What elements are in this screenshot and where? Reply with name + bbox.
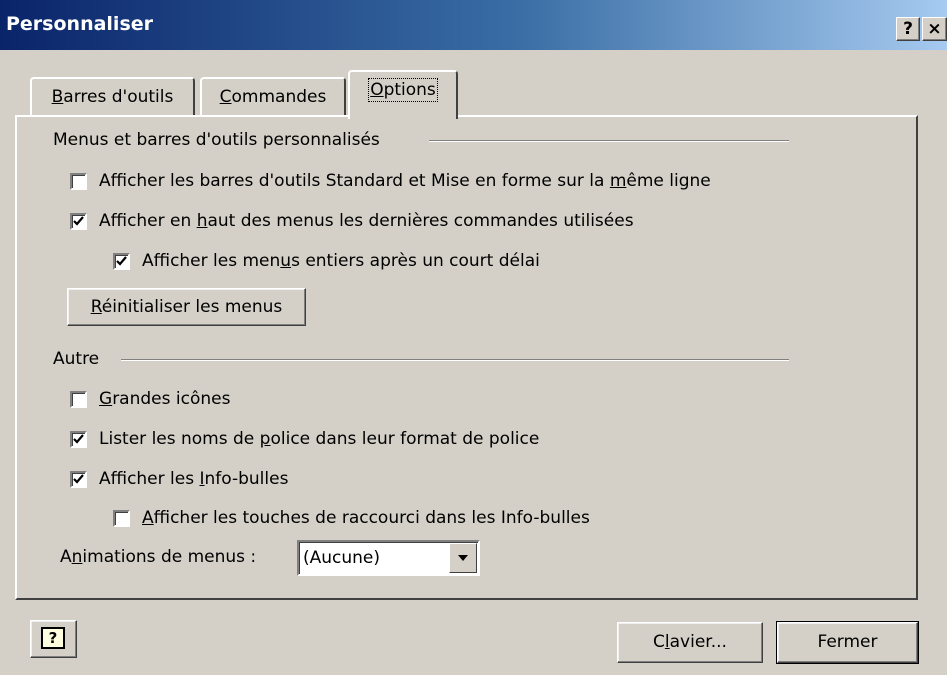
option-recent-commands[interactable]: Afficher en haut des menus les dernières… bbox=[70, 210, 634, 232]
menu-animations-select[interactable]: (Aucune) bbox=[297, 540, 480, 576]
title-bar: Personnaliser ? × bbox=[0, 0, 947, 50]
shortcut-keys-label: Afficher les touches de raccourci dans l… bbox=[142, 508, 590, 528]
full-menus-label: Afficher les menus entiers après un cour… bbox=[142, 251, 540, 271]
close-button[interactable]: Fermer bbox=[776, 621, 919, 664]
option-shortcut-keys[interactable]: Afficher les touches de raccourci dans l… bbox=[113, 507, 590, 529]
same-line-label: Afficher les barres d'outils Standard et… bbox=[99, 171, 711, 191]
option-tooltips[interactable]: Afficher les Info-bulles bbox=[70, 468, 288, 490]
group-title-other: Autre bbox=[53, 349, 100, 369]
help-button[interactable]: ? bbox=[30, 620, 77, 658]
keyboard-button[interactable]: Clavier... bbox=[617, 622, 763, 663]
chevron-down-icon bbox=[458, 555, 468, 561]
tab-toolbars-label: Barres d'outils bbox=[51, 87, 174, 107]
dropdown-arrow-button[interactable] bbox=[449, 543, 477, 573]
tab-commands[interactable]: Commandes bbox=[200, 77, 346, 115]
reset-menus-button[interactable]: Réinitialiser les menus bbox=[67, 288, 306, 326]
menu-animations-label: Animations de menus : bbox=[60, 547, 257, 567]
tab-options-label: Options bbox=[368, 78, 438, 102]
font-names-checkbox[interactable] bbox=[70, 430, 87, 448]
large-icons-label: Grandes icônes bbox=[99, 389, 231, 409]
option-same-line[interactable]: Afficher les barres d'outils Standard et… bbox=[70, 170, 711, 192]
shortcut-keys-checkbox[interactable] bbox=[113, 509, 130, 527]
recent-commands-label: Afficher en haut des menus les dernières… bbox=[99, 211, 634, 231]
option-full-menus[interactable]: Afficher les menus entiers après un cour… bbox=[113, 250, 540, 272]
help-icon: ? bbox=[41, 627, 65, 649]
group-divider-other bbox=[121, 359, 789, 361]
large-icons-checkbox[interactable] bbox=[70, 390, 87, 408]
close-title-button[interactable]: × bbox=[922, 17, 947, 41]
font-names-label: Lister les noms de police dans leur form… bbox=[99, 429, 540, 449]
full-menus-checkbox[interactable] bbox=[113, 252, 130, 270]
help-title-button[interactable]: ? bbox=[896, 17, 920, 41]
options-panel: Menus et barres d'outils personnalisés A… bbox=[15, 115, 918, 600]
customize-dialog: Personnaliser ? × Barres d'outils Comman… bbox=[0, 0, 947, 675]
option-large-icons[interactable]: Grandes icônes bbox=[70, 388, 230, 410]
check-icon bbox=[73, 433, 84, 444]
check-icon bbox=[73, 473, 84, 484]
tooltips-checkbox[interactable] bbox=[70, 470, 87, 488]
group-title-menus: Menus et barres d'outils personnalisés bbox=[53, 130, 380, 150]
check-icon bbox=[73, 215, 84, 226]
recent-commands-checkbox[interactable] bbox=[70, 212, 87, 230]
same-line-checkbox[interactable] bbox=[70, 172, 87, 190]
option-font-names[interactable]: Lister les noms de police dans leur form… bbox=[70, 428, 539, 450]
group-divider-menus bbox=[429, 140, 789, 142]
check-icon bbox=[116, 255, 127, 266]
tooltips-label: Afficher les Info-bulles bbox=[99, 469, 289, 489]
tab-commands-label: Commandes bbox=[219, 87, 327, 107]
tab-options[interactable]: Options bbox=[348, 70, 458, 119]
menu-animations-value: (Aucune) bbox=[303, 548, 381, 568]
window-title: Personnaliser bbox=[6, 13, 154, 35]
tab-toolbars[interactable]: Barres d'outils bbox=[30, 77, 195, 115]
